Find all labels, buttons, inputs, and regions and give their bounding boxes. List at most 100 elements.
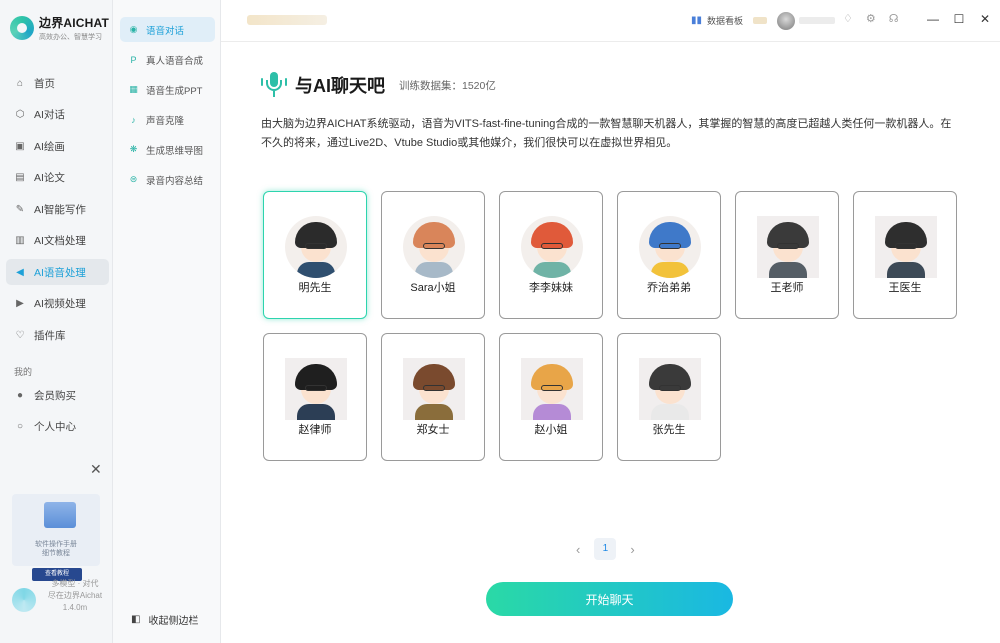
character-name: 王医生 [888,282,922,294]
dataset-size: 训练数据集：1520亿 [399,79,496,92]
clone-icon: ♪ [131,114,136,125]
voice-sub-sidebar: ◉ 语音对话 P 真人语音合成 ▦ 语音生成PPT ♪ 声音克隆 ❋ 生成思维导图 ⊜ 录音内容总结 … [113,0,221,643]
character-name: 郑女士 [416,424,450,436]
character-card[interactable]: 乔治弟弟 [617,191,721,319]
character-avatar [521,358,583,420]
account-item-0[interactable]: ● 会员购买 [6,382,109,408]
version-line2: 尽在边界Aichat [47,591,103,600]
sub-nav-item-2[interactable]: ▦ 语音生成PPT [120,77,215,102]
character-avatar [285,216,347,278]
account-nav: ● 会员购买 ○ 个人中心 [6,382,109,445]
data-dashboard-link[interactable]: ▮▮ 数据看板 [691,14,743,27]
settings-icon[interactable]: ⚙ [866,12,876,25]
sub-nav-item-label: 录音内容总结 [146,175,204,187]
promo-card: 软件操作手册 细节教程 查看教程 [12,494,100,581]
character-card[interactable]: 王老师 [735,191,839,319]
user-avatar[interactable] [777,12,795,30]
sidebar-item-8[interactable]: ♡ 插件库 [6,322,109,348]
minimize-icon[interactable]: — [927,12,939,26]
sub-nav-item-label: 语音生成PPT [146,85,203,97]
sidebar-item-label: AI对话 [34,109,65,121]
character-card[interactable]: 赵律师 [263,333,367,461]
character-avatar [757,216,819,278]
page-header: 与AI聊天吧 训练数据集：1520亿 [261,70,496,100]
text-doc-icon: ▥ [15,235,25,246]
membership-badge[interactable] [753,17,767,24]
page-title: 与AI聊天吧 [295,76,385,96]
account-item-1[interactable]: ○ 个人中心 [6,414,109,440]
collapse-sidebar-button[interactable]: ◧ 收起侧边栏 [131,612,198,627]
bar-chart-icon: ▮▮ [691,15,703,26]
character-name: 张先生 [652,424,686,436]
character-card[interactable]: 李李妹妹 [499,191,603,319]
prev-page-icon[interactable]: ‹ [576,542,580,557]
character-name: Sara小姐 [410,282,456,294]
person-icon: ○ [16,421,24,432]
pagination: ‹ 1 › [576,538,635,560]
user-name-redacted[interactable] [799,17,835,24]
sub-nav-item-label: 生成思维导图 [146,145,204,157]
sidebar-item-5[interactable]: ▥ AI文档处理 [6,228,109,254]
sub-nav-item-3[interactable]: ♪ 声音克隆 [120,107,215,132]
sidebar-item-2[interactable]: ▣ AI绘画 [6,133,109,159]
sidebar-item-1[interactable]: ⬡ AI对话 [6,102,109,128]
sub-nav-item-1[interactable]: P 真人语音合成 [120,47,215,72]
character-avatar [639,216,701,278]
character-card[interactable]: 郑女士 [381,333,485,461]
version-logo-icon [12,588,36,612]
character-card[interactable]: Sara小姐 [381,191,485,319]
character-card[interactable]: 张先生 [617,333,721,461]
character-card[interactable]: 王医生 [853,191,957,319]
character-name: 王老师 [770,282,804,294]
microphone-icon [261,70,287,100]
next-page-icon[interactable]: › [630,542,634,557]
main-sidebar: 边界AICHAT 高效办公、智慧学习 ⌂ 首页 ⬡ AI对话 ▣ AI绘画 ▤ AI论文 ✎ AI… [0,0,113,643]
sub-nav-item-label: 真人语音合成 [146,55,204,67]
plugin-icon: ♡ [15,329,25,341]
sidebar-item-label: AI绘画 [34,140,65,153]
mindmap-icon: ❋ [129,144,138,154]
app-logo-icon [10,16,34,40]
sub-nav-item-5[interactable]: ⊜ 录音内容总结 [120,167,215,192]
version-line1: 多模型 · 对代 [51,579,99,588]
sidebar-item-3[interactable]: ▤ AI论文 [6,165,109,191]
maximize-icon[interactable]: ☐ [953,12,965,26]
support-headset-icon[interactable]: ☊ [889,12,899,25]
cube-icon: ⬡ [15,109,25,120]
character-avatar [521,216,583,278]
sidebar-item-7[interactable]: ▶ AI视频处理 [6,291,109,317]
announcement-banner[interactable] [247,15,327,25]
slides-icon: ▦ [129,84,138,94]
character-name: 赵律师 [298,424,332,436]
top-bar: ▮▮ 数据看板 ♢ ⚙ ☊ — ☐ ✕ [221,0,1000,42]
video-icon: ▶ [16,298,24,309]
character-avatar [875,216,937,278]
intro-text: 由大脑为边界AICHAT系统驱动，语音为VITS-fast-fine-tunin… [261,118,952,149]
theme-shirt-icon[interactable]: ♢ [843,12,853,25]
character-avatar [403,216,465,278]
character-card[interactable]: 赵小姐 [499,333,603,461]
collapse-icon: ◧ [131,614,141,625]
pen-icon: ✎ [15,203,25,215]
collapse-sidebar-label: 收起侧边栏 [148,616,199,627]
sub-nav-item-4[interactable]: ❋ 生成思维导图 [120,137,215,162]
sidebar-item-label: 插件库 [34,329,66,342]
page-number-current[interactable]: 1 [594,538,617,560]
sidebar-item-4[interactable]: ✎ AI智能写作 [6,196,109,222]
sidebar-item-label: AI语音处理 [34,266,86,279]
account-item-label: 个人中心 [34,421,76,433]
nav-section-mine: 我的 [14,367,33,377]
sub-nav-item-label: 声音克隆 [146,115,185,127]
data-dashboard-label: 数据看板 [707,16,744,26]
sub-nav-item-0[interactable]: ◉ 语音对话 [120,17,215,42]
app-logo[interactable]: 边界AICHAT 高效办公、智慧学习 [10,14,109,42]
sidebar-item-0[interactable]: ⌂ 首页 [6,70,109,96]
app-tagline: 高效办公、智慧学习 [39,34,102,41]
sidebar-item-6[interactable]: ◀ AI语音处理 [6,259,109,285]
folder-icon [44,502,76,528]
close-window-icon[interactable]: ✕ [979,12,991,26]
sidebar-item-label: AI视频处理 [34,298,86,310]
character-card[interactable]: 明先生 [263,191,367,319]
start-chat-button[interactable]: 开始聊天 [486,582,733,616]
promo-text-line1: 软件操作手册 [35,541,77,548]
